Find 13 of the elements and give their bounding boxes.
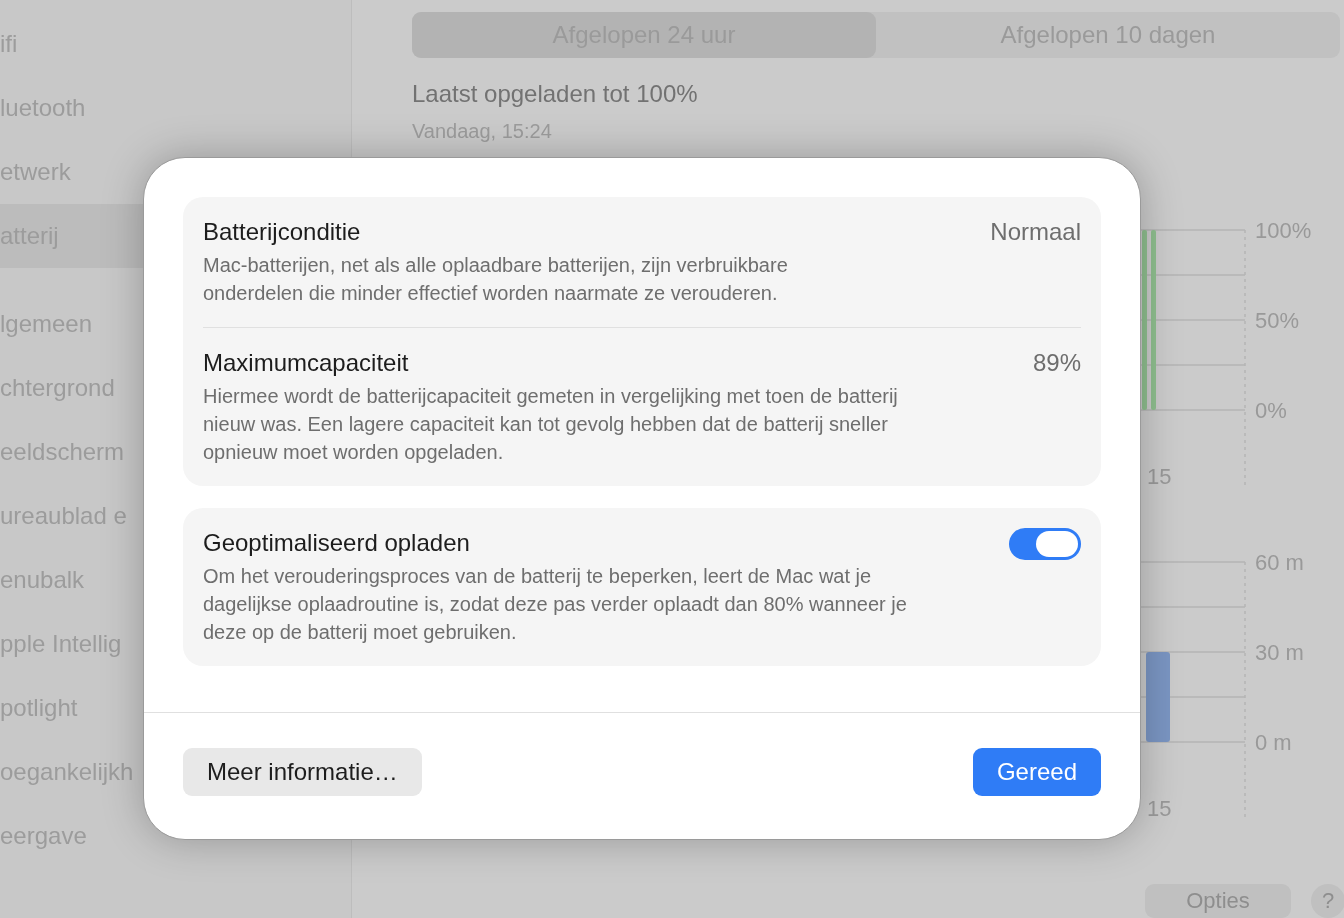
setting-description: Om het verouderingsproces van de batterij te beperken, leert de Mac wat je dagelijkse oplaadroutine is, zodat deze pas verder oplaadt dan 80% wanneer je deze op de batterij moet gebruiken. [203,564,908,645]
more-info-button[interactable]: Meer informatie… [183,748,422,796]
setting-value: 89% [1032,348,1081,378]
setting-value: Normaal [990,217,1081,247]
chart-title: Laatst opgeladen tot 100% [412,79,699,109]
setting-description: Mac-batterijen, net als alle oplaadbare batterijen, zijn verbruikbare onderdelen die minder effectief worden naarmate ze verouderen. [203,253,789,306]
setting-description: Hiermee wordt de batterijcapaciteit gemeten in vergelijking met toen de batterij nieuw was. Een lagere capaciteit kan tot gevolg hebben dat de batterij sneller opnieuw moet worden opgeladen. [203,384,899,465]
setting-title: Batterijconditie [203,217,362,247]
done-button[interactable]: Gereed [972,748,1101,796]
help-button[interactable]: ? [1311,884,1344,918]
toggle-switch[interactable] [1009,528,1081,560]
setting-title: Maximumcapaciteit [203,348,410,378]
setting-title: Geoptimaliseerd opladen [203,528,471,558]
